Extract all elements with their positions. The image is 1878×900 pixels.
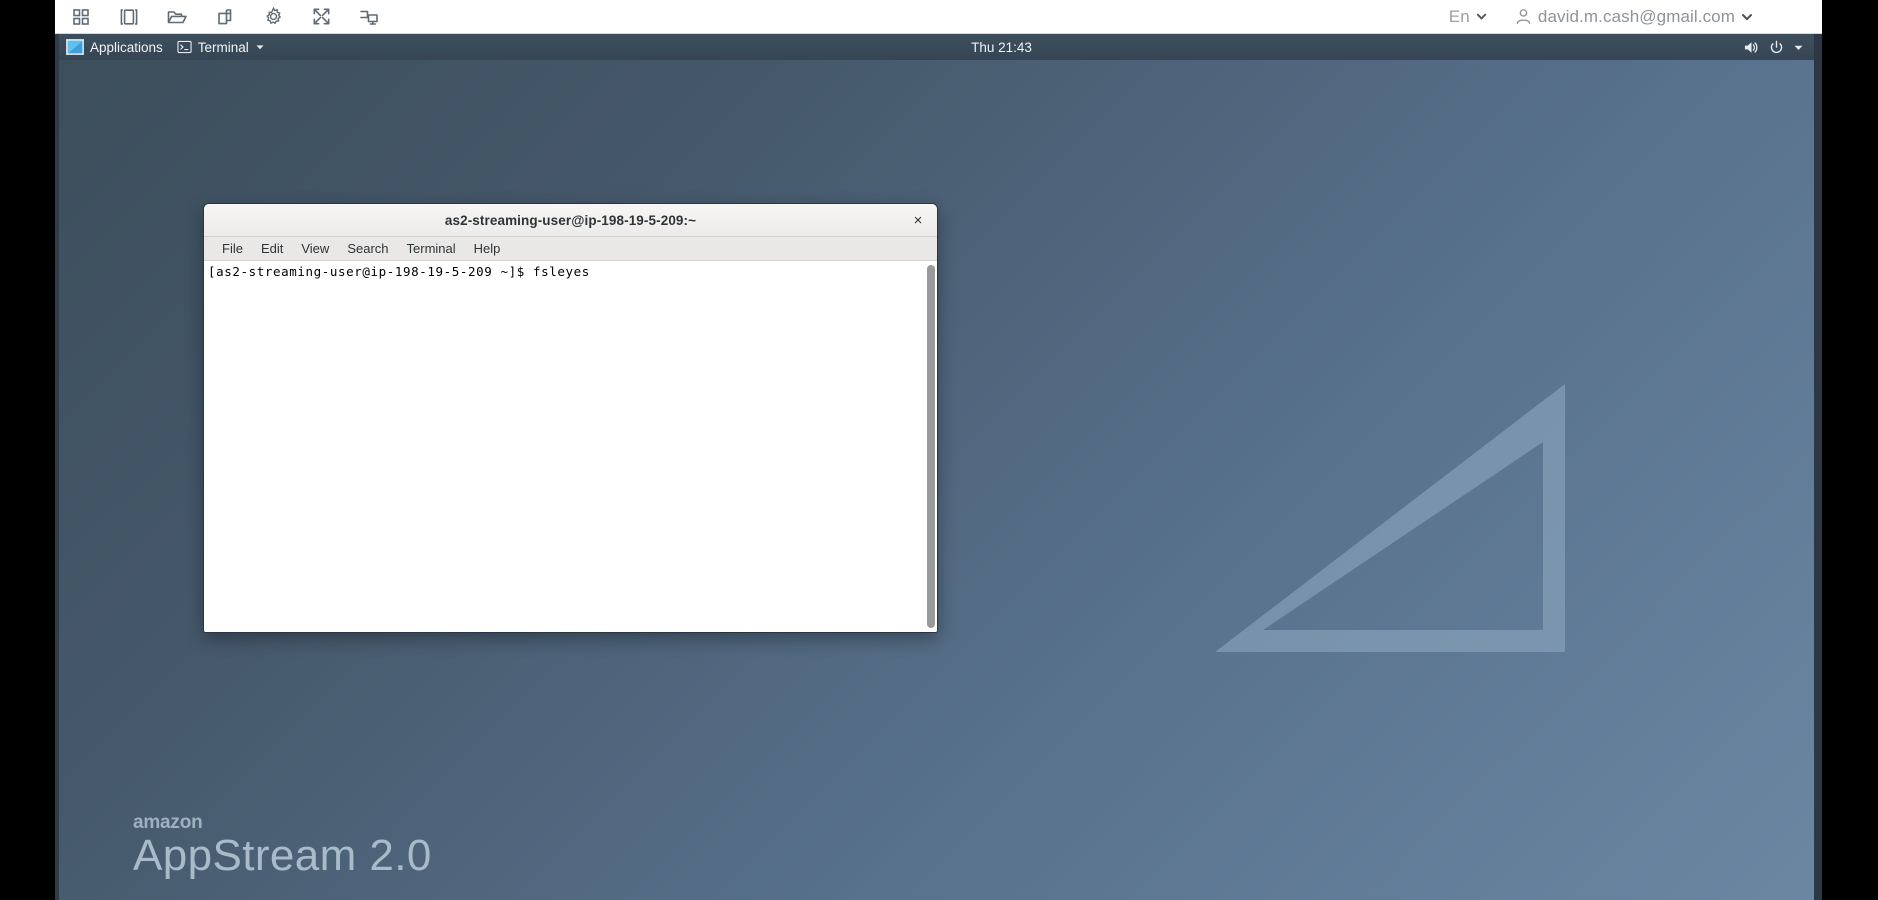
- appstream-toolbar: En david.m.cash@gmail.com: [55, 0, 1822, 34]
- grid-apps-icon[interactable]: [67, 3, 95, 31]
- terminal-titlebar[interactable]: as2-streaming-user@ip-198-19-5-209:~ ×: [204, 204, 937, 237]
- clock-area: Thu 21:43: [59, 34, 1814, 60]
- folder-open-icon[interactable]: [163, 3, 191, 31]
- terminal-output[interactable]: [as2-streaming-user@ip-198-19-5-209 ~]$ …: [204, 261, 924, 632]
- appstream-toolbar-right: En david.m.cash@gmail.com: [1449, 7, 1822, 27]
- terminal-window[interactable]: as2-streaming-user@ip-198-19-5-209:~ × F…: [203, 203, 938, 633]
- clock-label[interactable]: Thu 21:43: [971, 40, 1032, 55]
- desktop-left-edge: [55, 34, 59, 900]
- menu-file[interactable]: File: [213, 239, 252, 258]
- terminal-menubar: File Edit View Search Terminal Help: [204, 237, 937, 261]
- desktop-right-edge: [1814, 34, 1822, 900]
- fullscreen-icon[interactable]: [307, 3, 335, 31]
- copy-clipboard-icon[interactable]: [211, 3, 239, 31]
- triangle-watermark: [1215, 384, 1565, 652]
- menu-help[interactable]: Help: [465, 239, 510, 258]
- gnome-top-panel: Applications Terminal Thu 21:43: [59, 34, 1814, 60]
- appstream-streaming-screen: En david.m.cash@gmail.com amazon AppStre…: [0, 0, 1878, 900]
- terminal-title-label: as2-streaming-user@ip-198-19-5-209:~: [444, 212, 697, 228]
- menu-search[interactable]: Search: [338, 239, 397, 258]
- chevron-down-icon: [1476, 13, 1487, 20]
- menu-terminal[interactable]: Terminal: [398, 239, 465, 258]
- brand-amazon-text: amazon: [133, 812, 203, 833]
- panel-toggle-icon[interactable]: [115, 3, 143, 31]
- terminal-icon: [177, 40, 192, 54]
- user-email-label: david.m.cash@gmail.com: [1537, 6, 1735, 26]
- applications-menu-label: Applications: [90, 39, 163, 55]
- volume-icon[interactable]: [1743, 40, 1760, 55]
- menu-view[interactable]: View: [292, 239, 338, 258]
- switch-session-icon[interactable]: [355, 3, 383, 31]
- chevron-down-icon: [256, 45, 264, 50]
- terminal-body[interactable]: [as2-streaming-user@ip-198-19-5-209 ~]$ …: [204, 261, 937, 632]
- chevron-down-icon[interactable]: [1793, 42, 1804, 53]
- power-icon[interactable]: [1769, 40, 1784, 55]
- appstream-branding: amazon AppStream 2.0: [133, 813, 432, 878]
- language-selector[interactable]: En: [1449, 7, 1488, 27]
- appstream-toolbar-left-icons: [55, 3, 383, 31]
- user-account-menu[interactable]: david.m.cash@gmail.com: [1514, 7, 1754, 27]
- close-icon[interactable]: ×: [907, 209, 929, 231]
- distro-logo-icon: [66, 39, 84, 55]
- language-label: En: [1448, 6, 1470, 26]
- window-list-terminal-label: Terminal: [197, 39, 249, 55]
- gnome-panel-left: Applications Terminal: [59, 34, 272, 60]
- applications-menu[interactable]: Applications: [59, 34, 170, 60]
- menu-edit[interactable]: Edit: [252, 239, 292, 258]
- gear-icon[interactable]: [259, 3, 287, 31]
- gnome-panel-tray: [1743, 40, 1814, 55]
- terminal-scrollbar-thumb[interactable]: [926, 265, 935, 628]
- brand-appstream-text: AppStream 2.0: [133, 831, 432, 880]
- terminal-scrollbar[interactable]: [924, 261, 937, 632]
- user-avatar-icon: [1516, 9, 1531, 25]
- chevron-down-icon: [1742, 13, 1752, 20]
- window-list-terminal[interactable]: Terminal: [170, 34, 272, 60]
